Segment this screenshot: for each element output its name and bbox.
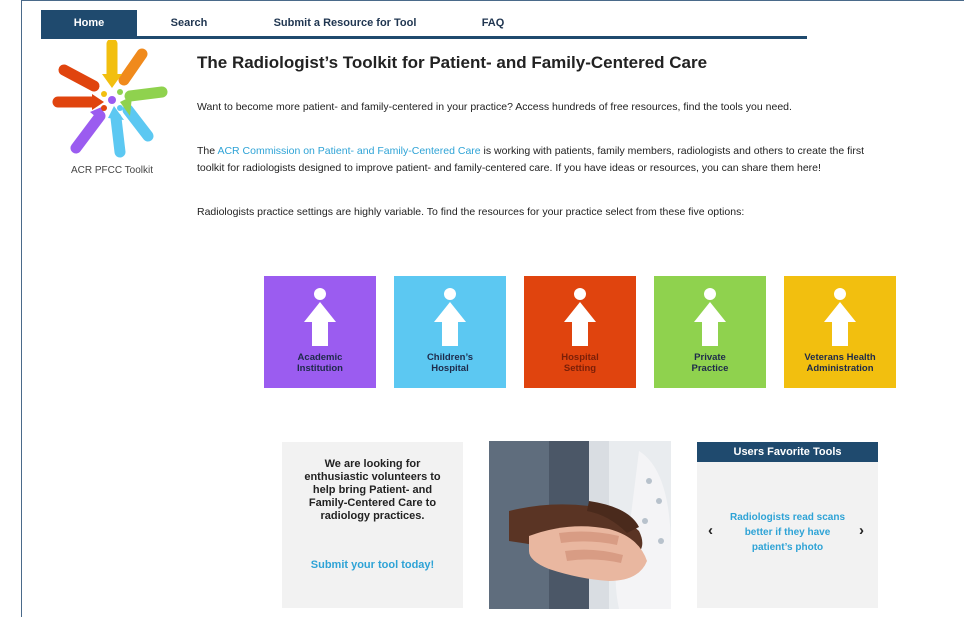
page-title: The Radiologist’s Toolkit for Patient- a…: [197, 53, 708, 72]
commission-suffix: is working with patients, family members…: [480, 145, 865, 157]
tile-hospital-setting[interactable]: Hospital Setting: [524, 276, 636, 388]
nav-submit-resource[interactable]: Submit a Resource for Tool: [241, 10, 449, 36]
favorites-panel: Users Favorite Tools ‹ Radiologists read…: [697, 442, 878, 608]
volunteer-panel: We are looking for enthusiastic voluntee…: [282, 442, 463, 608]
commission-link[interactable]: ACR Commission on Patient- and Family-Ce…: [217, 145, 480, 157]
favorite-tool-link[interactable]: Radiologists read scans better if they h…: [725, 510, 850, 555]
person-icon: [304, 288, 336, 346]
intro-text: Want to become more patient- and family-…: [197, 101, 792, 113]
page-border-top: [21, 0, 964, 1]
commission-prefix: The: [197, 145, 218, 157]
volunteer-text: We are looking for enthusiastic voluntee…: [304, 458, 441, 522]
tile-veterans-health-administration[interactable]: Veterans Health Administration: [784, 276, 896, 388]
commission-paragraph-line2: toolkit for radiologists designed to imp…: [197, 162, 821, 174]
tile-label: Hospital Setting: [561, 352, 599, 374]
nav-home[interactable]: Home: [41, 10, 137, 36]
person-icon: [824, 288, 856, 346]
tile-label: Veterans Health Administration: [804, 352, 876, 374]
tile-private-practice[interactable]: Private Practice: [654, 276, 766, 388]
tile-label: Private Practice: [691, 352, 729, 374]
carousel-prev-icon[interactable]: ‹: [708, 522, 713, 539]
tile-academic-institution[interactable]: Academic Institution: [264, 276, 376, 388]
favorites-heading: Users Favorite Tools: [697, 442, 878, 462]
carousel-next-icon[interactable]: ›: [859, 522, 864, 539]
nav-underline: [41, 36, 807, 39]
logo-caption: ACR PFCC Toolkit: [70, 165, 154, 176]
person-icon: [434, 288, 466, 346]
holding-hands-photo: [489, 441, 671, 609]
submit-tool-link[interactable]: Submit your tool today!: [296, 559, 449, 572]
tile-label: Academic Institution: [297, 352, 343, 374]
nav-faq[interactable]: FAQ: [449, 10, 537, 36]
tile-label: Children’s Hospital: [426, 352, 474, 374]
settings-instruction: Radiologists practice settings are highl…: [197, 206, 745, 218]
page-border-left: [21, 0, 22, 617]
commission-paragraph: The ACR Commission on Patient- and Famil…: [197, 143, 864, 160]
person-icon: [564, 288, 596, 346]
pfcc-logo-icon[interactable]: [50, 40, 170, 160]
nav-search[interactable]: Search: [137, 10, 241, 36]
tile-childrens-hospital[interactable]: Children’s Hospital: [394, 276, 506, 388]
person-icon: [694, 288, 726, 346]
